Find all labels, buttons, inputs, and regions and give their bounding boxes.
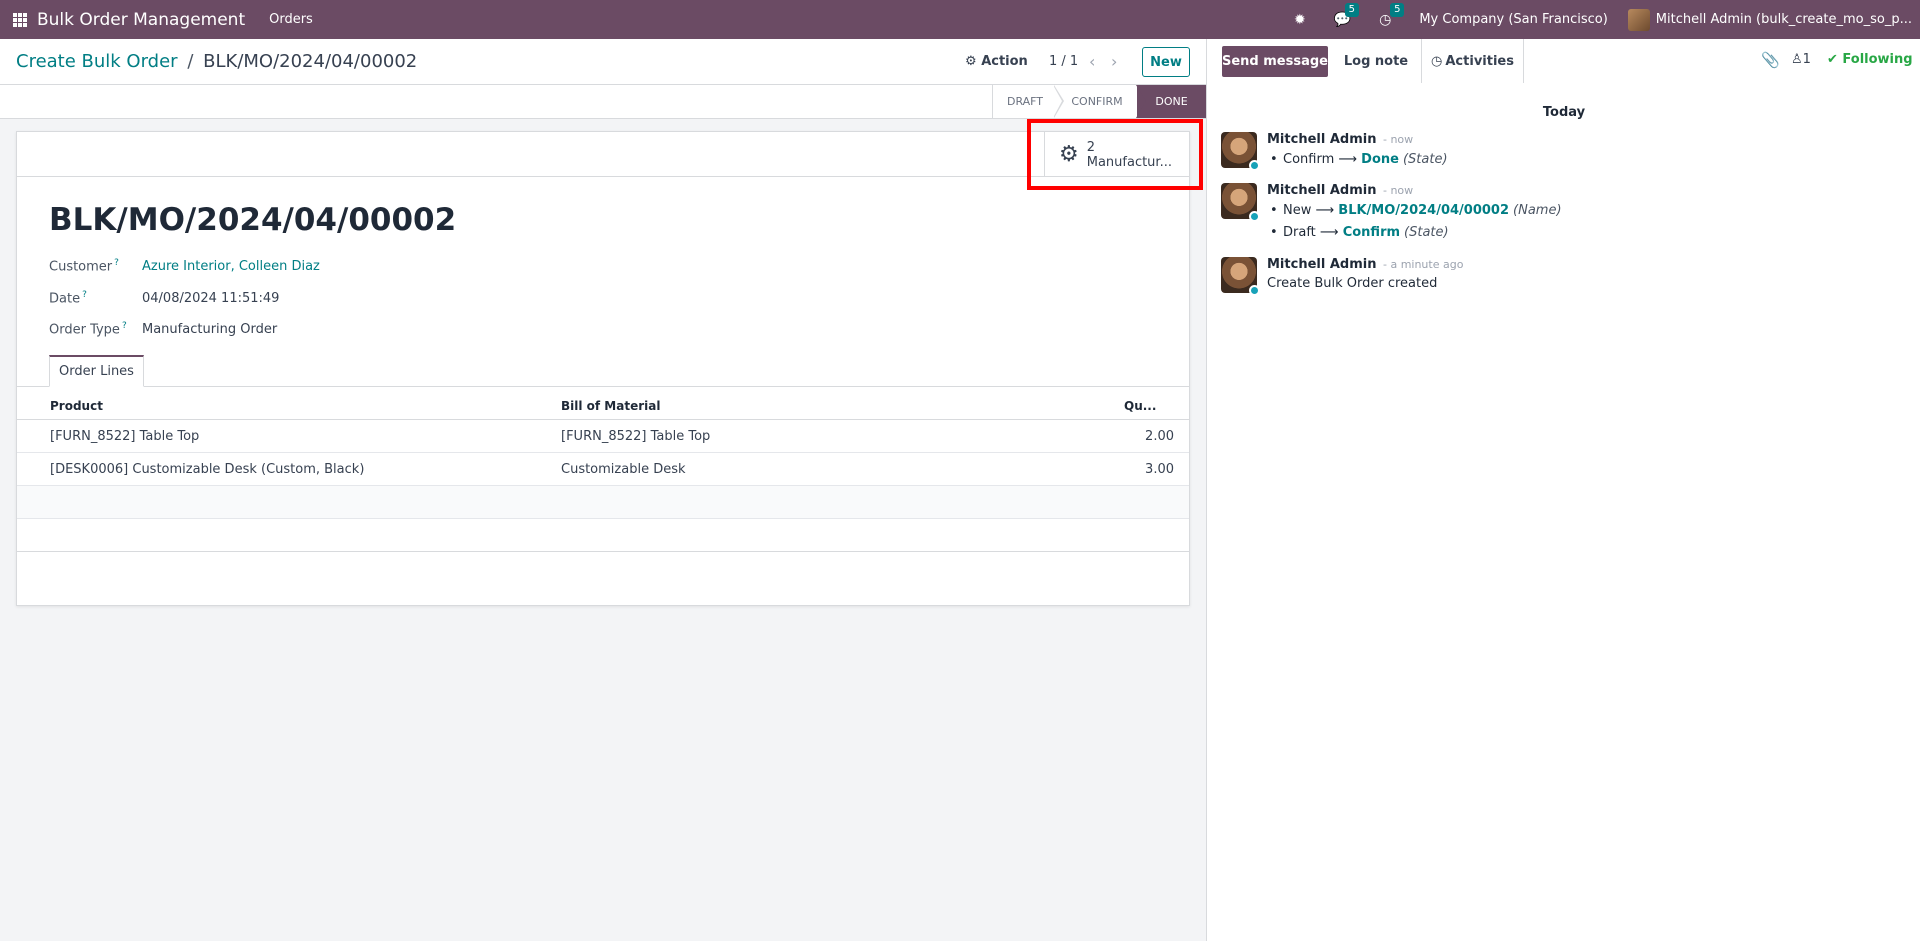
pager-value[interactable]: 1 / 1 <box>1049 54 1078 69</box>
cell-bom: Customizable Desk <box>561 462 686 477</box>
breadcrumb-parent[interactable]: Create Bulk Order <box>16 51 178 72</box>
user-avatar[interactable] <box>1627 8 1650 31</box>
customer-field[interactable]: Azure Interior, Colleen Diaz <box>142 259 320 274</box>
online-status-icon <box>1249 211 1260 222</box>
control-panel: Create Bulk Order / BLK/MO/2024/04/00002… <box>0 39 1206 85</box>
stage-done[interactable]: DONE <box>1137 85 1206 118</box>
message-time: - now <box>1382 133 1414 146</box>
order-type-label: Order Type? <box>49 321 127 338</box>
empty-row <box>17 486 1189 519</box>
new-button[interactable]: New <box>1142 47 1190 77</box>
person-icon: ♙ <box>1791 52 1803 67</box>
log-note-button[interactable]: Log note <box>1331 39 1422 83</box>
tracking-change: Confirm ⟶ Done(State) <box>1270 152 1447 167</box>
customer-label: Customer? <box>49 258 119 275</box>
highlight-box <box>1027 119 1203 190</box>
empty-row <box>17 519 1189 552</box>
cell-product: [DESK0006] Customizable Desk (Custom, Bl… <box>50 462 365 477</box>
date-field[interactable]: 04/08/2024 11:51:49 <box>142 291 279 306</box>
activities-clock-icon[interactable]: ◷ 5 <box>1379 2 1405 28</box>
arrow-right-icon: ⟶ <box>1338 152 1358 167</box>
breadcrumb-separator: / <box>187 51 194 72</box>
stage-confirm[interactable]: CONFIRM <box>1057 85 1137 118</box>
debug-icon[interactable]: ✹ <box>1294 12 1306 28</box>
table-row[interactable]: [DESK0006] Customizable Desk (Custom, Bl… <box>17 453 1189 486</box>
cell-quantity: 2.00 <box>1145 429 1174 444</box>
table-row[interactable]: [FURN_8522] Table Top [FURN_8522] Table … <box>17 420 1189 453</box>
column-product[interactable]: Product <box>50 399 103 413</box>
activities-badge: 5 <box>1390 2 1405 17</box>
following-button[interactable]: ✔ Following <box>1827 52 1913 67</box>
activities-button[interactable]: ◷ Activities <box>1422 39 1524 83</box>
author-avatar[interactable] <box>1221 132 1260 171</box>
arrow-right-icon: ⟶ <box>1319 225 1339 240</box>
followers-count: 1 <box>1802 52 1811 67</box>
online-status-icon <box>1249 160 1260 171</box>
statusbar: DRAFT CONFIRM DONE <box>0 85 1206 119</box>
order-type-field[interactable]: Manufacturing Order <box>142 322 277 337</box>
online-status-icon <box>1249 285 1260 296</box>
messages-icon[interactable]: 💬 5 <box>1334 2 1360 28</box>
following-label: Following <box>1842 52 1913 67</box>
menu-orders[interactable]: Orders <box>269 12 313 27</box>
tab-divider <box>17 386 1189 387</box>
column-bill-of-material[interactable]: Bill of Material <box>561 399 660 413</box>
gear-icon: ⚙ <box>965 54 977 69</box>
message-author[interactable]: Mitchell Admin - a minute ago <box>1267 257 1463 272</box>
send-message-button[interactable]: Send message <box>1222 46 1328 77</box>
stage-draft[interactable]: DRAFT <box>992 85 1057 118</box>
cell-quantity: 3.00 <box>1145 462 1174 477</box>
table-header: Product Bill of Material Qu... <box>17 390 1189 420</box>
action-label: Action <box>981 54 1028 69</box>
message-time: - a minute ago <box>1382 258 1464 271</box>
action-menu-button[interactable]: ⚙ Action <box>965 54 1028 69</box>
user-menu[interactable]: Mitchell Admin (bulk_create_mo_so_p... <box>1656 12 1912 27</box>
top-navbar: Bulk Order Management Orders ✹ 💬 5 ◷ 5 My … <box>0 0 1920 39</box>
pager-next-icon[interactable]: › <box>1111 52 1117 71</box>
message-author[interactable]: Mitchell Admin - now <box>1267 183 1413 198</box>
author-avatar[interactable] <box>1221 257 1260 296</box>
button-box: ⚙ 2 Manufactur... <box>17 132 1189 177</box>
paperclip-icon[interactable]: 📎 <box>1761 51 1780 69</box>
chatter-topbar: Send message Log note ◷ Activities 📎 ♙1 … <box>1207 39 1920 83</box>
cell-bom: [FURN_8522] Table Top <box>561 429 711 444</box>
stage-arrow <box>1136 85 1146 118</box>
stage-arrow <box>1053 85 1062 118</box>
author-avatar[interactable] <box>1221 183 1260 222</box>
cell-product: [FURN_8522] Table Top <box>50 429 200 444</box>
tracking-change: Draft ⟶ Confirm(State) <box>1270 225 1449 240</box>
tracking-change: New ⟶ BLK/MO/2024/04/00002(Name) <box>1270 203 1562 218</box>
chatter-panel: Send message Log note ◷ Activities 📎 ♙1 … <box>1206 39 1920 941</box>
check-icon: ✔ <box>1827 52 1843 67</box>
record-title: BLK/MO/2024/04/00002 <box>49 202 457 238</box>
tab-order-lines[interactable]: Order Lines <box>49 355 144 387</box>
pager-previous-icon[interactable]: ‹ <box>1089 52 1095 71</box>
navbar-systray: ✹ 💬 5 ◷ 5 My Company (San Francisco) Mitch… <box>1280 0 1920 39</box>
breadcrumb-current: BLK/MO/2024/04/00002 <box>203 51 418 72</box>
message-time: - now <box>1382 184 1414 197</box>
company-switcher[interactable]: My Company (San Francisco) <box>1419 12 1607 27</box>
arrow-right-icon: ⟶ <box>1315 203 1335 218</box>
date-separator: Today <box>1542 105 1586 120</box>
followers-button[interactable]: ♙1 <box>1791 52 1811 67</box>
date-label: Date? <box>49 290 87 307</box>
message-author[interactable]: Mitchell Admin - now <box>1267 132 1413 147</box>
form-sheet: ⚙ 2 Manufactur... BLK/MO/2024/04/00002 C… <box>16 131 1190 606</box>
message-body: Create Bulk Order created <box>1267 276 1438 291</box>
column-quantity[interactable]: Qu... <box>1124 399 1156 413</box>
app-name[interactable]: Bulk Order Management <box>37 10 245 30</box>
breadcrumb: Create Bulk Order / BLK/MO/2024/04/00002 <box>16 51 417 72</box>
activities-label: Activities <box>1445 53 1514 69</box>
apps-menu-icon[interactable] <box>13 12 27 27</box>
clock-icon: ◷ <box>1431 53 1443 69</box>
messages-badge: 5 <box>1344 2 1360 17</box>
